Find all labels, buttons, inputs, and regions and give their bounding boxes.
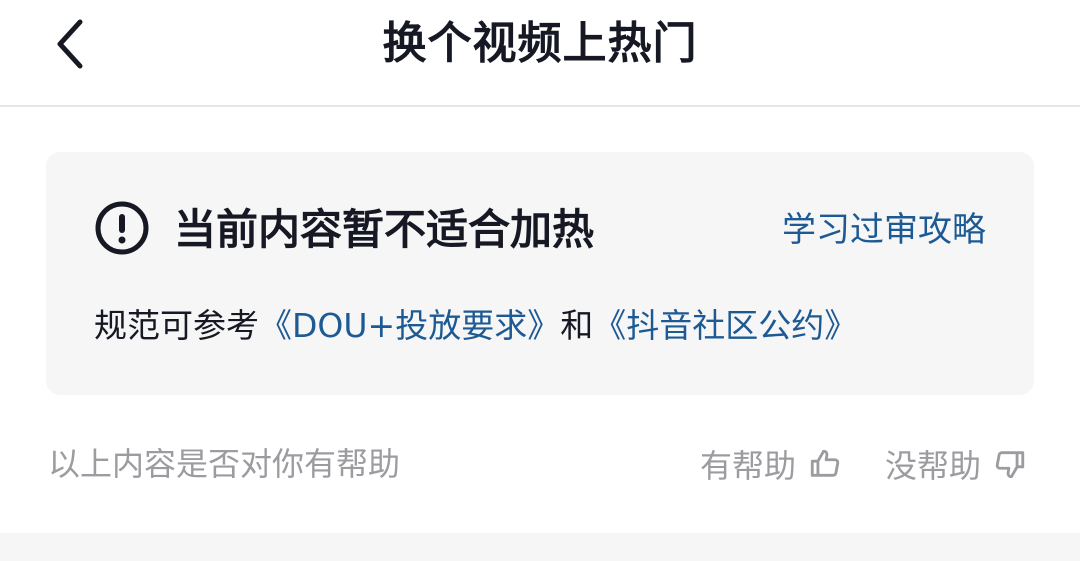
helpful-label: 有帮助	[700, 447, 797, 485]
unhelpful-button[interactable]: 没帮助	[885, 440, 1027, 488]
community-guidelines-link[interactable]: 《抖音社区公约》	[593, 306, 857, 345]
notice-card: 当前内容暂不适合加热 学习过审攻略 规范可参考《DOU+投放要求》和《抖音社区公…	[46, 152, 1034, 395]
dou-plus-rules-link[interactable]: 《DOU+投放要求》	[259, 306, 560, 345]
thumbs-down-icon	[995, 451, 1025, 479]
helpful-button[interactable]: 有帮助	[700, 440, 842, 488]
thumbs-up-icon	[810, 449, 840, 477]
exclamation-circle-icon	[95, 201, 149, 255]
review-guide-link[interactable]: 学习过审攻略	[782, 206, 986, 254]
page-title: 换个视频上热门	[382, 18, 698, 69]
section-divider	[0, 533, 1080, 561]
feedback-question: 以上内容是否对你有帮助	[48, 445, 401, 483]
top-bar: 换个视频上热门	[0, 0, 1080, 107]
notice-title: 当前内容暂不适合加热	[174, 205, 595, 254]
unhelpful-label: 没帮助	[885, 447, 982, 485]
notice-description: 规范可参考《DOU+投放要求》和《抖音社区公约》	[94, 302, 857, 350]
desc-connector: 和	[560, 306, 594, 345]
desc-prefix: 规范可参考	[94, 306, 259, 345]
